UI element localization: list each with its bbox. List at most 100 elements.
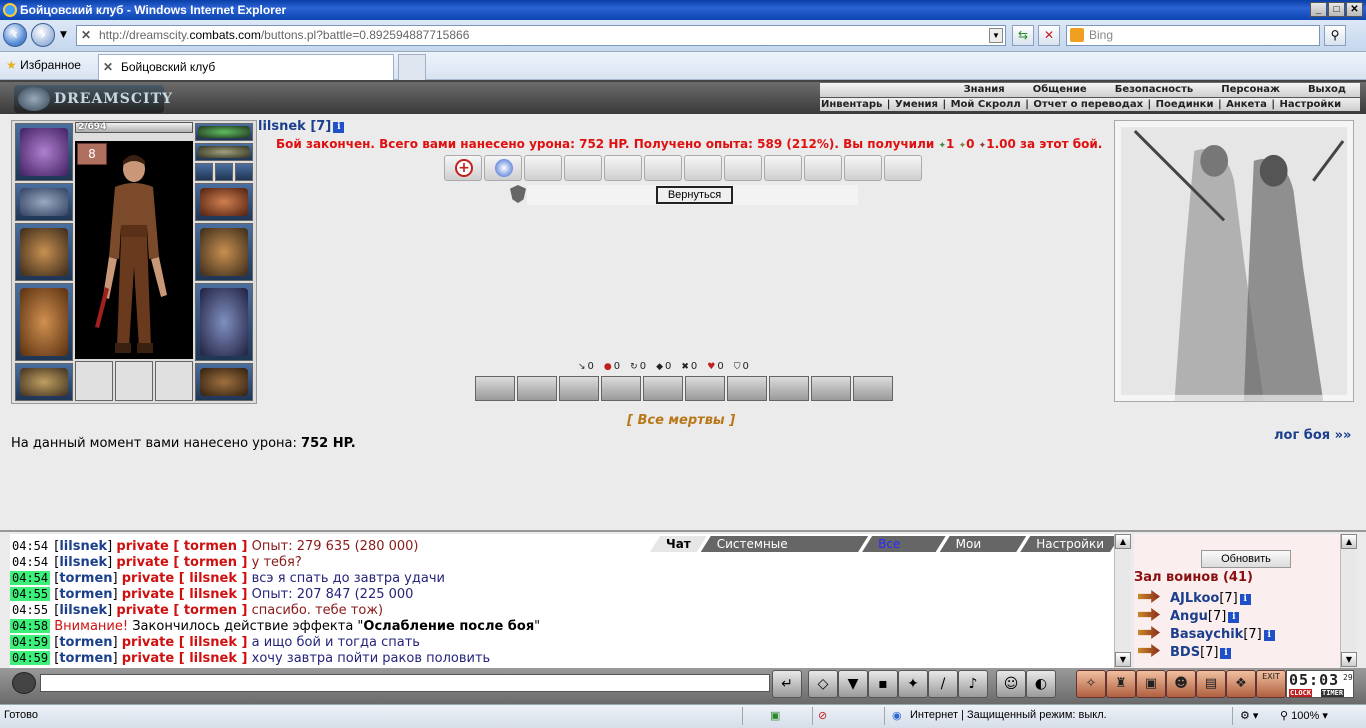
bag-icon[interactable]: ♜ [1106,670,1136,698]
tab-system-messages[interactable]: Системные сообщения [701,536,868,552]
empty-scroll-slot-2[interactable] [564,155,602,181]
message-nick[interactable]: tormen [59,635,112,650]
popup-blocker-icon[interactable]: ⊘ [818,709,827,722]
users-scrollbar[interactable]: ▲ ▼ [1340,534,1357,668]
private-message-icon[interactable] [1138,644,1160,657]
run-icon[interactable]: ✦ [898,670,928,698]
ring-1-slot[interactable] [195,163,213,181]
scroll-down-icon[interactable]: ▼ [1115,652,1131,667]
earrings-slot[interactable] [195,123,253,141]
back-button[interactable]: ‹ [3,23,27,47]
legs-slot[interactable] [195,283,253,361]
private-message-icon[interactable] [1138,608,1160,621]
menu-character[interactable]: Персонаж [1207,83,1294,97]
action-shield-button[interactable] [559,376,599,401]
security-zone-text[interactable]: Интернет | Защищенный режим: выкл. [910,709,1107,721]
action-warrior-button[interactable] [601,376,641,401]
submenu-settings[interactable]: Настройки [1278,99,1342,110]
minimize-button[interactable]: _ [1310,2,1327,17]
private-message-icon[interactable] [1138,590,1160,603]
submenu-profile[interactable]: Анкета [1225,99,1268,110]
healing-scroll-slot[interactable]: + [444,155,482,181]
message-nick[interactable]: lilsnek [59,603,107,618]
forward-button[interactable]: › [31,23,55,47]
clock-label[interactable]: CLOCK [1289,689,1313,697]
user-name[interactable]: Basaychik [1170,627,1243,642]
lock-icon[interactable]: ▤ [1196,670,1226,698]
chest-icon[interactable]: ▣ [1136,670,1166,698]
clan-icon[interactable]: ❖ [1226,670,1256,698]
message-nick[interactable]: tormen [59,651,112,666]
message-nick[interactable]: tormen [59,587,112,602]
message-private[interactable]: private [ lilsnek ] [122,651,248,666]
action-wave-button[interactable] [643,376,683,401]
close-window-button[interactable]: ✕ [1346,2,1363,17]
search-input[interactable]: Bing [1066,25,1320,46]
scroll-down-icon[interactable]: ▼ [1341,652,1357,667]
user-name[interactable]: Angu [1170,609,1208,624]
amulet-slot[interactable] [195,143,253,161]
submenu-inventory[interactable]: Инвентарь [820,99,883,110]
magic-scroll-slot[interactable] [484,155,522,181]
exit-button[interactable]: EXIT [1256,670,1286,698]
submenu-duels[interactable]: Поединки [1155,99,1215,110]
message-private[interactable]: private [ tormen ] [116,603,247,618]
url-dropdown-icon[interactable]: ▼ [989,28,1003,43]
message-private[interactable]: private [ lilsnek ] [122,635,248,650]
magic-icon[interactable]: ✧ [1076,670,1106,698]
scroll-up-icon[interactable]: ▲ [1341,534,1357,549]
save-icon[interactable]: ▪ [868,670,898,698]
action-strike-button[interactable] [475,376,515,401]
message-nick[interactable]: lilsnek [59,555,107,570]
maximize-button[interactable]: □ [1328,2,1345,17]
url-input[interactable]: ✕ http://dreamscity.combats.com/buttons.… [76,25,1006,46]
message-nick[interactable]: tormen [59,571,112,586]
action-blade-button[interactable] [811,376,851,401]
message-private[interactable]: private [ tormen ] [116,539,247,554]
empty-scroll-slot-9[interactable] [844,155,882,181]
timer-label[interactable]: TIMER [1321,689,1345,697]
submenu-my-scroll[interactable]: Мой Скролл [950,99,1022,110]
player-name-link[interactable]: lilsnek [7] i [258,119,345,134]
sound-icon[interactable]: ♪ [958,670,988,698]
ring-2-slot[interactable] [215,163,233,181]
chat-scrollbar[interactable]: ▲ ▼ [1114,534,1131,668]
eraser-icon[interactable]: ◇ [808,670,838,698]
menu-security[interactable]: Безопасность [1101,83,1208,97]
menu-communication[interactable]: Общение [1019,83,1101,97]
action-dragon-button[interactable] [853,376,893,401]
browser-tab[interactable]: ✕ Бойцовский клуб [98,54,394,80]
info-icon[interactable]: i [1228,612,1240,623]
scroll-up-icon[interactable]: ▲ [1115,534,1131,549]
zoom-control[interactable]: ⚲ 100% ▾ [1280,709,1328,722]
stop-icon[interactable]: ✕ [1038,25,1060,46]
translit-icon[interactable]: / [928,670,958,698]
menu-exit[interactable]: Выход [1294,83,1360,97]
empty-scroll-slot-7[interactable] [764,155,802,181]
submenu-transfer-report[interactable]: Отчет о переводах [1032,99,1144,110]
new-tab-button[interactable] [398,54,426,80]
history-dropdown-icon[interactable]: ▼ [60,30,67,40]
action-head-button[interactable] [769,376,809,401]
left-weapon-slot[interactable] [15,223,73,281]
tab-my-logs[interactable]: Мои логи [940,536,1027,552]
empty-scroll-slot-6[interactable] [724,155,762,181]
refresh-icon[interactable]: ⇆ [1012,25,1034,46]
helmet-icon[interactable]: ◐ [1026,670,1056,698]
empty-scroll-slot-4[interactable] [644,155,682,181]
action-fence-button[interactable] [727,376,767,401]
filter-icon[interactable]: ▼ [838,670,868,698]
search-icon[interactable]: ⚲ [1324,25,1346,46]
message-private[interactable]: private [ lilsnek ] [122,587,248,602]
empty-scroll-slot-1[interactable] [524,155,562,181]
empty-scroll-slot-8[interactable] [804,155,842,181]
menu-knowledge[interactable]: Знания [950,83,1019,97]
boots-slot[interactable] [195,363,253,401]
bracers-slot[interactable] [15,183,73,221]
smile-icon[interactable]: ☺ [996,670,1026,698]
send-icon[interactable]: ↵ [772,670,802,698]
action-claw-button[interactable] [685,376,725,401]
message-private[interactable]: private [ lilsnek ] [122,571,248,586]
dreamscity-logo[interactable]: DREAMSCITY [14,85,172,113]
tab-chat-settings[interactable]: Настройки [1020,536,1114,552]
